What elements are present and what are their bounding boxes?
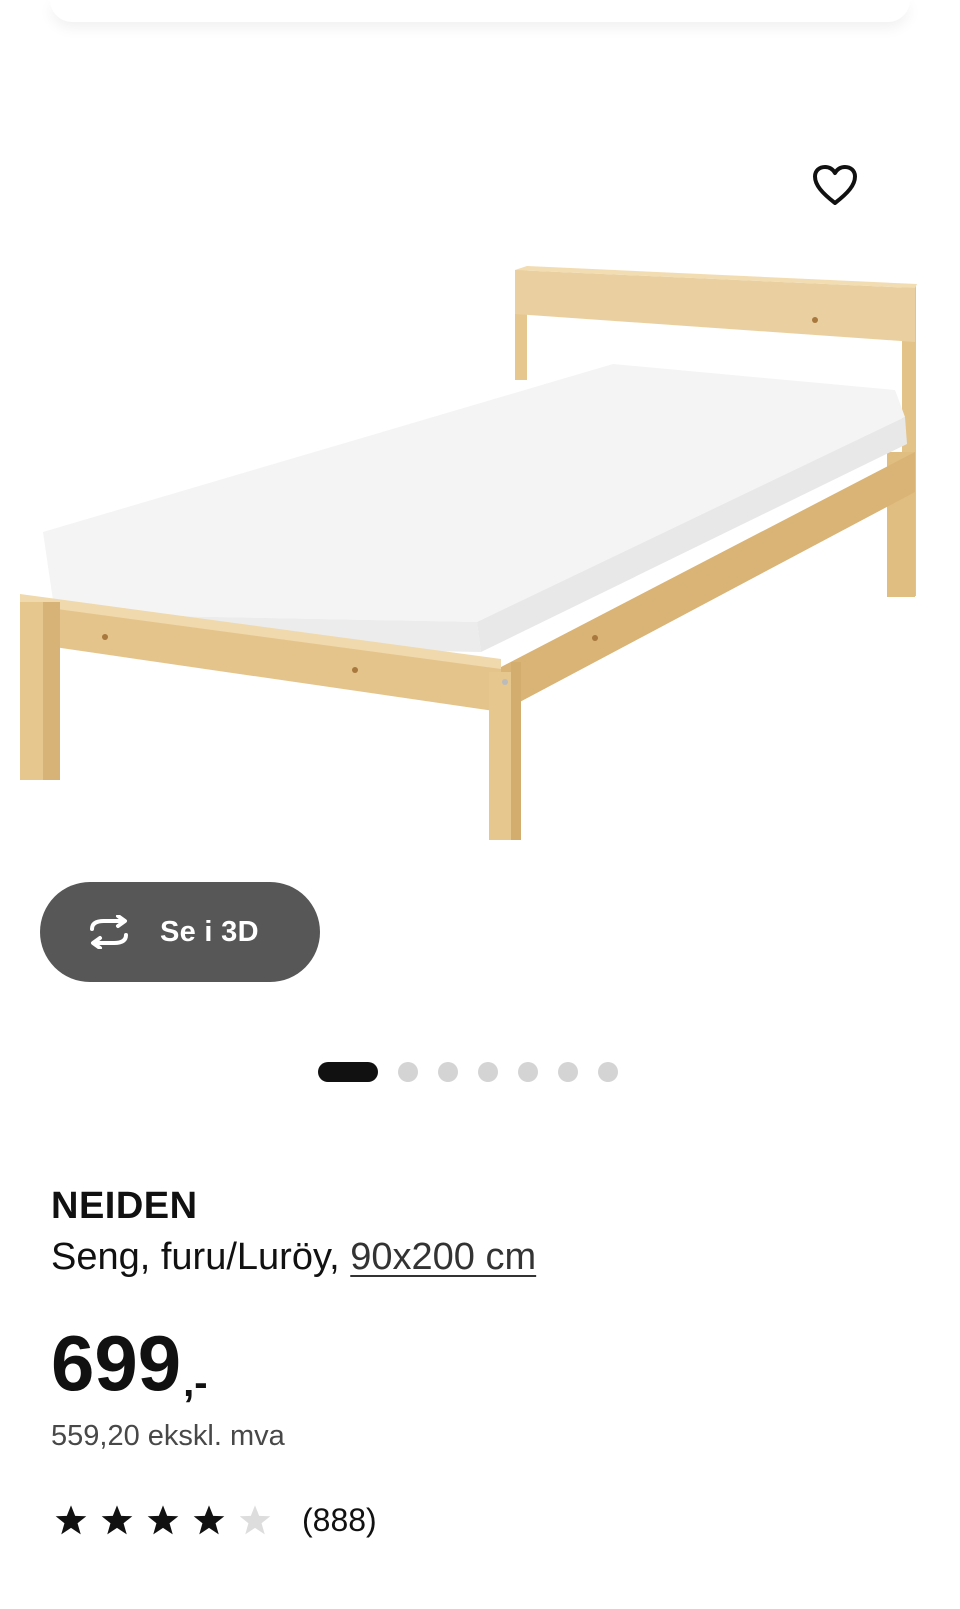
- gallery-pagination: [318, 1062, 618, 1082]
- product-description: Seng, furu/Luröy,: [51, 1236, 340, 1278]
- star-icon: [186, 1500, 232, 1540]
- pagination-dot[interactable]: [558, 1062, 578, 1082]
- price-ex-vat: 559,20 ekskl. mva: [51, 1420, 285, 1452]
- pagination-dot[interactable]: [518, 1062, 538, 1082]
- star-icon: [48, 1500, 94, 1540]
- review-count: (888): [302, 1501, 377, 1538]
- pagination-dot[interactable]: [398, 1062, 418, 1082]
- view-3d-label: Se i 3D: [160, 915, 259, 948]
- pagination-dot[interactable]: [478, 1062, 498, 1082]
- product-info: NEIDEN Seng, furu/Luröy, 90x200 cm: [51, 1180, 911, 1282]
- product-price: 699,-: [51, 1318, 208, 1428]
- top-bar-edge: [50, 0, 910, 22]
- price-value: 699: [51, 1319, 182, 1407]
- rating-summary[interactable]: (888): [48, 1500, 377, 1540]
- product-gallery[interactable]: Se i 3D: [0, 22, 960, 1102]
- star-icon: [94, 1500, 140, 1540]
- rotate-3d-icon: [90, 915, 128, 949]
- star-empty-icon: [232, 1500, 278, 1540]
- product-name: NEIDEN: [51, 1185, 198, 1227]
- view-3d-button[interactable]: Se i 3D: [40, 882, 320, 982]
- product-image: [20, 266, 917, 840]
- star-icon: [140, 1500, 186, 1540]
- heart-outline-icon: [813, 165, 857, 205]
- product-size-link[interactable]: 90x200 cm: [350, 1236, 536, 1278]
- pagination-dot-active[interactable]: [318, 1062, 378, 1082]
- pagination-dot[interactable]: [598, 1062, 618, 1082]
- pagination-dot[interactable]: [438, 1062, 458, 1082]
- price-suffix: ,-: [183, 1361, 208, 1405]
- product-description-line: Seng, furu/Luröy, 90x200 cm: [51, 1232, 911, 1282]
- favorite-button[interactable]: [805, 155, 865, 215]
